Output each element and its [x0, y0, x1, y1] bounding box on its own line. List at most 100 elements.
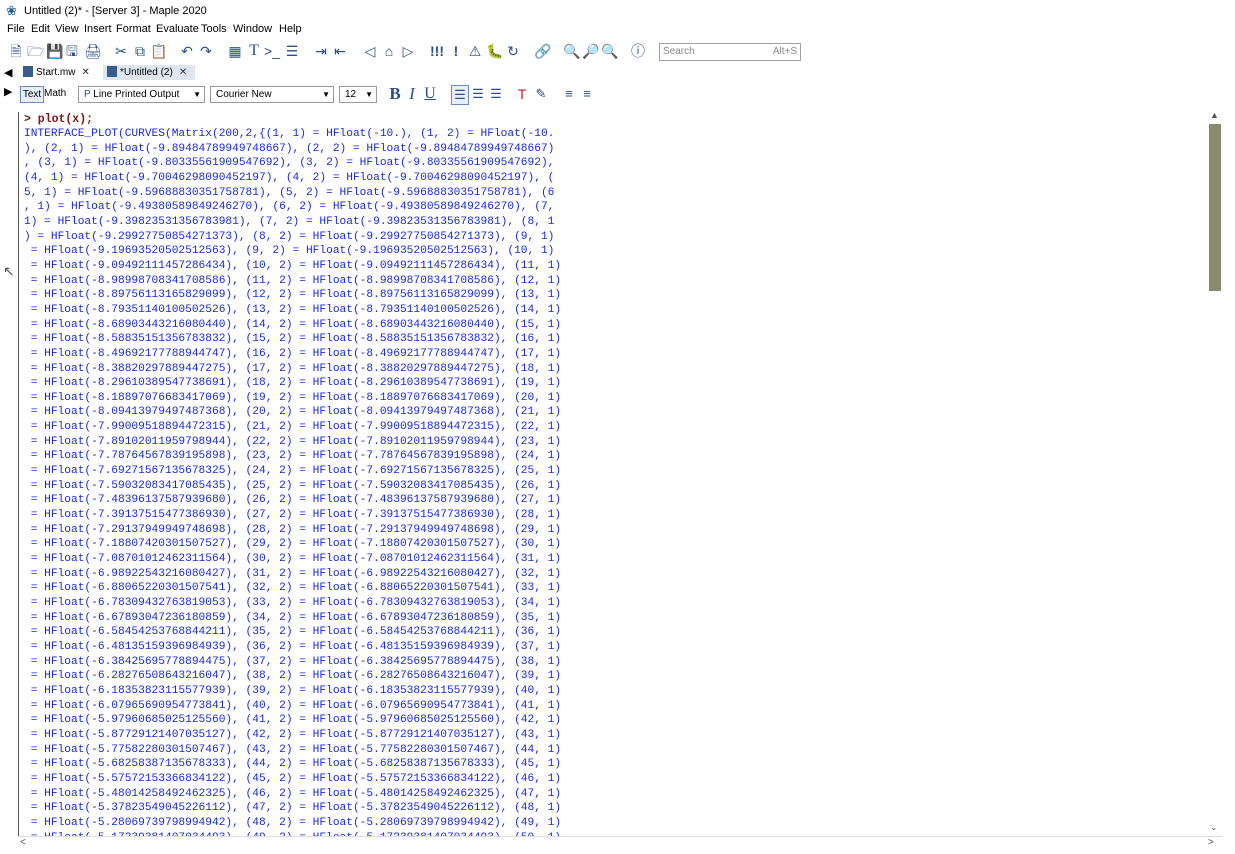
cut-icon[interactable]: ✂	[113, 43, 129, 59]
menu-file[interactable]: File	[7, 23, 25, 35]
output-line: = HFloat(-8.09413979497487368), (20, 2) …	[24, 406, 562, 419]
underline-icon[interactable]: U	[423, 85, 437, 103]
output-line: = HFloat(-6.67893047236180859), (34, 2) …	[24, 611, 562, 624]
bold-icon[interactable]: B	[388, 85, 402, 103]
close-tab-icon[interactable]: ✕	[81, 67, 89, 78]
output-line: = HFloat(-7.78764567839195898), (23, 2) …	[24, 450, 562, 463]
numbered-list-icon[interactable]: ≡	[579, 85, 595, 103]
document-icon	[23, 66, 33, 77]
expand-arrow-icon[interactable]: ▶	[4, 85, 12, 98]
output-line: = HFloat(-8.58835151356783832), (15, 2) …	[24, 333, 562, 346]
open-icon[interactable]: 🗁	[27, 43, 44, 59]
forward-icon[interactable]: ▷	[400, 43, 416, 59]
math-entry-icon[interactable]: ▦	[227, 43, 243, 59]
align-left-icon[interactable]: ☰	[451, 85, 469, 105]
tab-label: Start.mw	[36, 67, 76, 78]
indent-icon[interactable]: ⇥	[313, 43, 329, 59]
help-icon[interactable]: ⓘ	[630, 43, 646, 59]
menu-edit[interactable]: Edit	[31, 23, 50, 35]
output-line: = HFloat(-5.87729121407035127), (42, 2) …	[24, 728, 562, 741]
zoom-out-icon[interactable]: 🔎	[582, 43, 599, 59]
zoom-reset-icon[interactable]: 🔍	[601, 43, 618, 59]
text-mode-button[interactable]: Text	[20, 86, 44, 103]
output-line: , 1) = HFloat(-9.49380589849246270), (6,…	[24, 201, 555, 214]
text-color-icon[interactable]: T	[515, 85, 529, 103]
command-prompt-icon[interactable]: >_	[264, 43, 280, 59]
paste-icon[interactable]: 📋	[150, 43, 167, 59]
execute-all-icon[interactable]: !!!	[429, 43, 445, 59]
vertical-scrollbar[interactable]: ▲ ⌄	[1208, 110, 1222, 836]
output-line: = HFloat(-5.57572153366834122), (45, 2) …	[24, 772, 562, 785]
copy-icon[interactable]: ⧉	[132, 43, 148, 59]
output-line: = HFloat(-8.29610389547738691), (18, 2) …	[24, 377, 562, 390]
link-icon[interactable]: 🔗	[534, 43, 551, 59]
search-input[interactable]: Search Alt+S	[659, 43, 801, 61]
menu-view[interactable]: View	[55, 23, 79, 35]
undo-icon[interactable]: ↶	[179, 43, 195, 59]
output-line: = HFloat(-5.28069739798994942), (48, 2) …	[24, 816, 562, 829]
output-line: = HFloat(-9.19693520502512563), (9, 2) =…	[24, 245, 555, 258]
menu-tools[interactable]: Tools	[201, 23, 227, 35]
output-line: = HFloat(-5.48014258492462325), (46, 2) …	[24, 787, 562, 800]
restart-icon[interactable]: ↻	[505, 43, 521, 59]
title-bar: ❀ Untitled (2)* - [Server 3] - Maple 202…	[0, 0, 1235, 22]
align-right-icon[interactable]: ☰	[488, 85, 504, 103]
menu-insert[interactable]: Insert	[84, 23, 112, 35]
italic-icon[interactable]: I	[406, 85, 418, 103]
scroll-left-icon[interactable]: <	[20, 837, 26, 848]
debug-icon[interactable]: 🐛	[486, 43, 503, 59]
font-dropdown[interactable]: Courier New ▼	[210, 86, 334, 103]
output-line: ) = HFloat(-9.29927750854271373), (8, 2)…	[24, 230, 555, 243]
zoom-in-icon[interactable]: 🔍	[563, 43, 580, 59]
bullet-list-icon[interactable]: ≡	[561, 85, 577, 103]
outdent-icon[interactable]: ⇤	[332, 43, 348, 59]
collapse-arrow-icon[interactable]: ◀	[4, 66, 12, 79]
math-mode-button[interactable]: Math	[44, 86, 66, 101]
left-gutter	[0, 106, 17, 854]
execution-group-bracket[interactable]	[18, 112, 22, 836]
output-line: = HFloat(-5.68258387135678333), (44, 2) …	[24, 758, 562, 771]
tab-start[interactable]: Start.mw ✕	[19, 65, 101, 80]
output-line: = HFloat(-7.59032083417085435), (25, 2) …	[24, 479, 562, 492]
horizontal-scrollbar[interactable]: < >	[18, 836, 1222, 851]
back-icon[interactable]: ◁	[362, 43, 378, 59]
output-line: , (3, 1) = HFloat(-9.80335561909547692),…	[24, 157, 555, 170]
tab-untitled[interactable]: *Untitled (2) ✕	[103, 65, 195, 80]
input-prompt[interactable]: > plot(x);	[24, 113, 93, 126]
highlight-icon[interactable]: ✎	[534, 85, 548, 103]
style-value: Line Printed Output	[93, 89, 180, 100]
execute-icon[interactable]: !	[448, 43, 464, 59]
style-dropdown[interactable]: P Line Printed Output ▼	[78, 86, 205, 103]
output-line: = HFloat(-5.37823549045226112), (47, 2) …	[24, 802, 562, 815]
scroll-up-icon[interactable]: ▲	[1210, 110, 1219, 120]
size-dropdown[interactable]: 12 ▼	[339, 86, 377, 103]
text-mode-icon[interactable]: T	[246, 43, 262, 59]
scroll-thumb[interactable]	[1209, 124, 1221, 291]
output-line: 5, 1) = HFloat(-9.59688830351758781), (5…	[24, 186, 555, 199]
output-line: = HFloat(-8.49692177788944747), (16, 2) …	[24, 347, 562, 360]
tab-label: *Untitled (2)	[120, 67, 173, 78]
scroll-down-icon[interactable]: ⌄	[1210, 822, 1218, 833]
stop-icon[interactable]: ⚠	[467, 43, 483, 59]
print-icon[interactable]: 🖨	[84, 43, 102, 59]
menu-window[interactable]: Window	[233, 23, 272, 35]
output-line: = HFloat(-5.77582280301507467), (43, 2) …	[24, 743, 562, 756]
right-panel-edge	[1224, 110, 1235, 850]
close-tab-icon[interactable]: ✕	[179, 67, 187, 78]
format-bar: ▶ Text Math P Line Printed Output ▼ Cour…	[0, 83, 1235, 105]
output-line: = HFloat(-7.18807420301507527), (29, 2) …	[24, 538, 562, 551]
output-line: = HFloat(-5.97960685025125560), (41, 2) …	[24, 714, 562, 727]
font-value: Courier New	[216, 89, 272, 100]
menu-help[interactable]: Help	[279, 23, 302, 35]
menu-format[interactable]: Format	[116, 23, 151, 35]
save-as-icon[interactable]: 🖫	[64, 43, 80, 59]
home-icon[interactable]: ⌂	[381, 43, 397, 59]
menu-evaluate[interactable]: Evaluate	[156, 23, 199, 35]
output-line: (4, 1) = HFloat(-9.70046298090452197), (…	[24, 171, 555, 184]
save-icon[interactable]: 💾	[46, 43, 63, 59]
new-document-icon[interactable]: 🗎	[8, 43, 24, 59]
paragraph-icon[interactable]: ☰	[284, 43, 300, 59]
align-center-icon[interactable]: ☰	[470, 85, 486, 103]
scroll-right-icon[interactable]: >	[1208, 837, 1214, 848]
redo-icon[interactable]: ↷	[198, 43, 214, 59]
